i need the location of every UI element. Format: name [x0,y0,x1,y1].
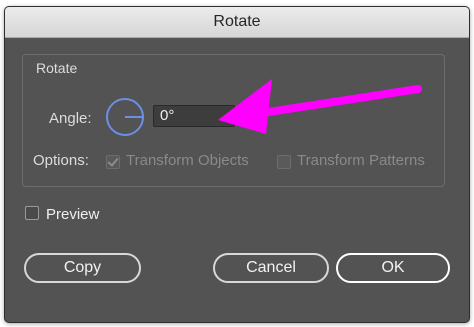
transform-objects-checkbox[interactable] [106,155,120,169]
angle-dial-icon[interactable] [104,96,146,138]
transform-patterns-checkbox[interactable] [277,155,291,169]
angle-label: Angle: [49,110,92,127]
preview-checkbox[interactable] [25,206,39,220]
copy-button[interactable]: Copy [24,253,141,283]
transform-objects-label: Transform Objects [126,152,249,169]
preview-label: Preview [46,206,100,223]
transform-patterns-label: Transform Patterns [297,152,425,169]
cancel-button[interactable]: Cancel [213,253,329,283]
angle-input[interactable]: 0° [153,105,235,127]
dialog-title: Rotate [5,7,469,38]
options-label: Options: [33,152,89,169]
rotate-group-label: Rotate [32,60,82,76]
ok-button[interactable]: OK [336,253,450,283]
